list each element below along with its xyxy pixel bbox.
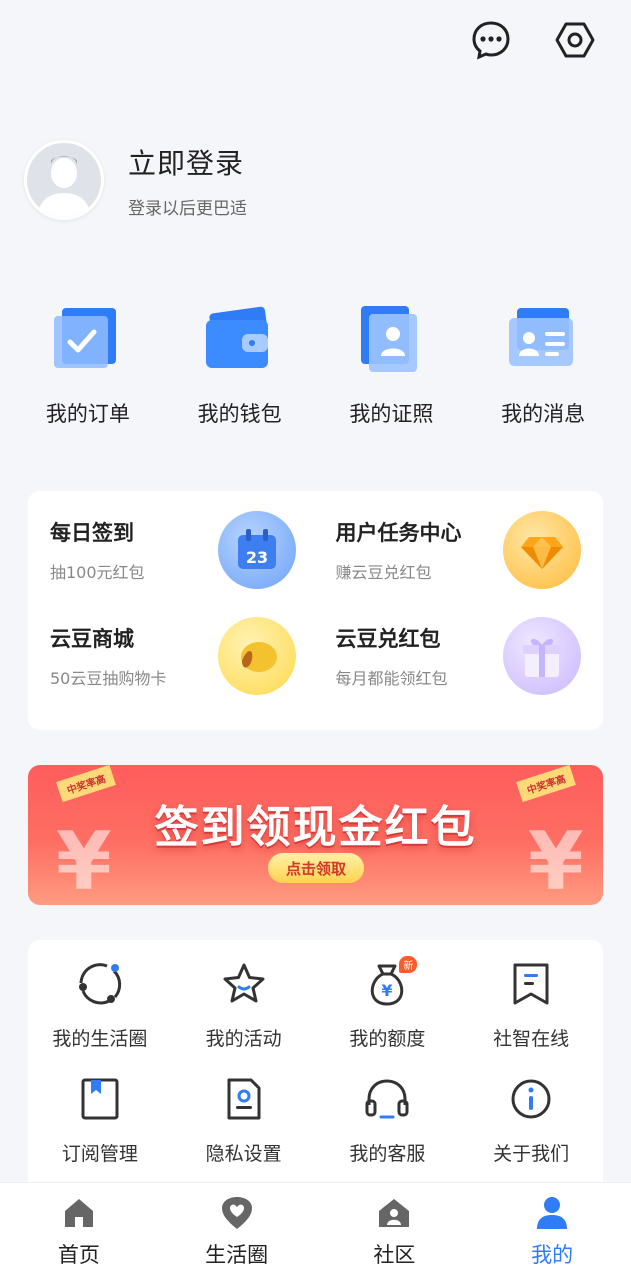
task-daily-checkin[interactable]: 每日签到 抽100元红包 23 [50,511,296,589]
tab-home[interactable]: 首页 [19,1195,139,1269]
quick-label: 我的钱包 [197,402,282,426]
task-bean-redpacket[interactable]: 云豆兑红包 每月都能领红包 [335,617,581,695]
task-title: 云豆商城 [50,627,134,651]
task-bean-mall[interactable]: 云豆商城 50云豆抽购物卡 [50,617,296,695]
calendar-icon: 23 [217,511,296,589]
service-label: 隐私设置 [205,1143,282,1165]
profile-section[interactable]: 立即登录 登录以后更巴适 [24,140,247,220]
tab-mine[interactable]: 我的 [492,1195,612,1269]
service-life-circle[interactable]: 我的生活圈 [28,958,172,1051]
license-icon [351,300,431,380]
service-quota[interactable]: ¥ 新 我的额度 [316,956,460,1051]
services-card: 我的生活圈 我的活动 ¥ 新 我的额度 社智在线 订阅管理 隐私设置 我的客服 … [28,940,603,1200]
order-check-icon [48,300,128,380]
service-label: 我的客服 [349,1143,426,1165]
heart-pin-icon [221,1196,252,1229]
community-icon [379,1198,410,1227]
task-title: 云豆兑红包 [335,627,441,651]
task-subtitle: 赚云豆兑红包 [335,563,432,582]
quick-label: 我的消息 [501,402,586,426]
bean-icon [217,617,296,695]
service-label: 我的生活圈 [52,1028,148,1050]
wallet-icon [200,300,280,380]
top-actions [469,18,597,62]
svg-text:¥: ¥ [382,981,393,1000]
quick-item-orders[interactable]: 我的订单 [18,300,158,428]
tab-label: 首页 [57,1242,100,1267]
book-icon [74,1073,126,1125]
orbit-icon [74,958,126,1010]
service-label: 关于我们 [493,1143,570,1165]
task-center[interactable]: 用户任务中心 赚云豆兑红包 [335,511,581,589]
user-icon [537,1196,568,1229]
service-subscription[interactable]: 订阅管理 [28,1073,172,1166]
calendar-day: 23 [245,548,267,567]
tasks-card: 每日签到 抽100元红包 23 用户任务中心 赚云豆兑红包 云豆商城 50云豆抽… [28,491,603,730]
task-subtitle: 50云豆抽购物卡 [50,669,167,688]
star-icon [218,958,270,1010]
service-label: 我的活动 [205,1028,282,1050]
gift-box-icon [503,617,581,695]
settings-hexagon-icon[interactable] [553,18,597,62]
banner-title: 签到领现金红包 [154,802,477,853]
chat-bubble-icon[interactable] [469,18,513,62]
task-title: 用户任务中心 [335,521,462,545]
task-subtitle: 每月都能领红包 [335,669,448,688]
info-icon [505,1073,557,1125]
id-card-icon [503,300,583,380]
headset-icon [361,1073,413,1125]
diamond-icon [503,511,581,589]
service-label: 订阅管理 [61,1143,138,1165]
bookmark-icon [505,958,557,1010]
task-subtitle: 抽100元红包 [50,563,145,582]
quick-item-wallet[interactable]: 我的钱包 [170,300,310,428]
tab-community[interactable]: 社区 [334,1195,454,1269]
service-privacy[interactable]: 隐私设置 [172,1073,316,1166]
quick-actions: 我的订单 我的钱包 我的证照 我的消息 [0,300,631,428]
service-customer-support[interactable]: 我的客服 [316,1073,460,1166]
service-label: 社智在线 [493,1028,570,1050]
bottom-tabbar: 首页 生活圈 社区 我的 [0,1182,631,1280]
quick-item-messages[interactable]: 我的消息 [473,300,613,428]
login-title[interactable]: 立即登录 [128,142,247,182]
banner-claim-button[interactable]: 点击领取 [268,853,364,883]
tab-label: 生活圈 [205,1242,269,1267]
tab-label: 我的 [531,1242,574,1267]
tab-life-circle[interactable]: 生活圈 [177,1195,297,1269]
money-bag-icon: ¥ 新 [361,956,418,1010]
tab-label: 社区 [373,1242,416,1267]
privacy-file-icon [218,1073,270,1125]
new-badge: 新 [399,956,418,973]
home-icon [64,1198,93,1227]
quick-label: 我的证照 [349,402,434,426]
quick-item-license[interactable]: 我的证照 [321,300,461,428]
login-subtitle: 登录以后更巴适 [128,198,247,219]
service-activities[interactable]: 我的活动 [172,958,316,1051]
service-about[interactable]: 关于我们 [459,1073,603,1166]
quick-label: 我的订单 [45,402,130,426]
avatar[interactable] [24,140,104,220]
service-label: 我的额度 [349,1028,426,1050]
service-online[interactable]: 社智在线 [459,958,603,1051]
task-title: 每日签到 [50,521,134,545]
checkin-banner[interactable]: ¥ ¥ 中奖率高 中奖率高 签到领现金红包 点击领取 [28,765,603,905]
